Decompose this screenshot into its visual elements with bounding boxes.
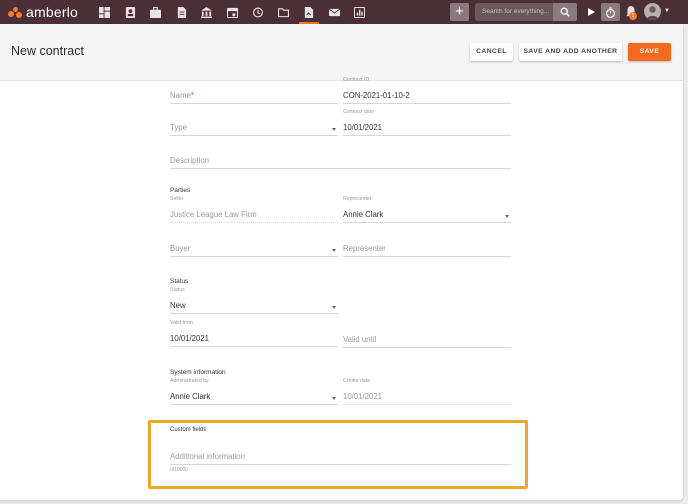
administrated-by-label: Administrated by — [170, 378, 209, 384]
buyer-representer-field[interactable]: Representer — [343, 239, 511, 257]
status-label: Status — [170, 287, 185, 293]
institutions-icon[interactable] — [194, 0, 220, 24]
amberlo-logo[interactable]: amberlo — [8, 4, 78, 20]
valid-until-field[interactable]: Valid until — [343, 330, 511, 348]
description-placeholder: Description — [170, 156, 209, 165]
valid-from-field[interactable]: Valid from 10/01/2021 — [170, 320, 338, 347]
status-value: New — [170, 301, 186, 310]
folder-icon[interactable] — [271, 0, 297, 24]
type-select[interactable]: Type — [170, 118, 338, 136]
page-header: New contract CANCEL SAVE AND ADD ANOTHER… — [0, 24, 683, 81]
system-information-section-title: System information — [170, 369, 226, 376]
administrated-by-dropdown-arrow-icon — [332, 397, 336, 400]
global-search-input[interactable]: Search for everything... — [475, 3, 553, 21]
buyer-dropdown-arrow-icon — [332, 249, 336, 252]
seller-field: Seller Justice League Law Firm — [170, 196, 338, 223]
create-date-value: 10/01/2021 — [343, 392, 383, 401]
valid-from-value: 10/01/2021 — [170, 334, 210, 343]
character-counter: 0/10000 — [170, 467, 189, 473]
seller-label: Seller — [170, 196, 184, 202]
seller-representer-value: Annie Clark — [343, 210, 384, 219]
save-button[interactable]: SAVE — [628, 43, 671, 61]
valid-from-label: Valid from — [170, 320, 193, 326]
parties-section-title: Parties — [170, 187, 191, 194]
save-and-add-another-button[interactable]: SAVE AND ADD ANOTHER — [519, 43, 622, 61]
administrated-by-select[interactable]: Administrated by Annie Clark — [170, 378, 338, 405]
amberlo-logo-icon — [8, 5, 22, 19]
top-navigation-bar: amberlo + Search for everything... 1 ▼ — [0, 0, 688, 24]
additional-information-field[interactable]: Additional information — [170, 447, 511, 465]
cancel-button[interactable]: CANCEL — [470, 43, 513, 61]
status-dropdown-arrow-icon — [332, 306, 336, 309]
type-placeholder: Type — [170, 123, 187, 132]
search-button[interactable] — [553, 3, 577, 21]
name-placeholder: Name* — [170, 91, 194, 100]
contract-date-value: 10/01/2021 — [343, 123, 383, 132]
contract-date-field[interactable]: Contract date 10/01/2021 — [343, 109, 511, 136]
contract-icon[interactable] — [296, 0, 322, 24]
type-dropdown-arrow-icon — [332, 128, 336, 131]
notification-badge: 1 — [629, 12, 637, 20]
contract-date-label: Contract date — [343, 109, 375, 115]
user-avatar[interactable] — [644, 3, 661, 20]
app-name: amberlo — [26, 4, 78, 20]
mail-icon[interactable] — [322, 0, 348, 24]
quick-add-button[interactable]: + — [450, 3, 469, 21]
play-timer-button[interactable] — [582, 3, 600, 21]
custom-fields-section-title: Custom fields — [170, 427, 207, 433]
create-date-label: Create date — [343, 378, 371, 384]
create-date-field: Create date 10/01/2021 — [343, 378, 511, 405]
seller-representer-label: Representer — [343, 196, 372, 202]
seller-representer-dropdown-arrow-icon — [505, 215, 509, 218]
contract-id-value: CON-2021-01-10-2 — [343, 91, 410, 100]
contacts-icon[interactable] — [118, 0, 144, 24]
play-icon — [588, 8, 595, 16]
status-select[interactable]: Status New — [170, 287, 338, 314]
contract-id-field[interactable]: Contract ID CON-2021-01-10-2 — [343, 77, 511, 104]
buyer-representer-placeholder: Representer — [343, 244, 386, 253]
calendar-icon[interactable] — [220, 0, 246, 24]
matters-icon[interactable] — [143, 0, 169, 24]
search-icon — [560, 7, 570, 17]
status-section-title: Status — [170, 278, 189, 285]
seller-representer-select[interactable]: Representer Annie Clark — [343, 196, 511, 223]
page-title: New contract — [11, 44, 84, 58]
stopwatch-button[interactable] — [601, 3, 620, 21]
buyer-placeholder: Buyer — [170, 244, 191, 253]
user-menu-chevron-down-icon[interactable]: ▼ — [664, 8, 670, 14]
valid-until-placeholder: Valid until — [343, 335, 377, 344]
reports-icon[interactable] — [347, 0, 373, 24]
dashboard-icon[interactable] — [92, 0, 118, 24]
contract-id-label: Contract ID — [343, 77, 370, 83]
documents-icon[interactable] — [169, 0, 195, 24]
history-icon[interactable] — [245, 0, 271, 24]
buyer-select[interactable]: Buyer — [170, 239, 338, 257]
administrated-by-value: Annie Clark — [170, 392, 211, 401]
description-field[interactable]: Description — [170, 151, 511, 169]
main-nav — [92, 0, 373, 24]
stopwatch-icon — [605, 6, 616, 18]
additional-information-placeholder: Additional information — [170, 452, 245, 461]
seller-value: Justice League Law Firm — [170, 210, 257, 219]
name-field[interactable]: Name* — [170, 86, 338, 104]
